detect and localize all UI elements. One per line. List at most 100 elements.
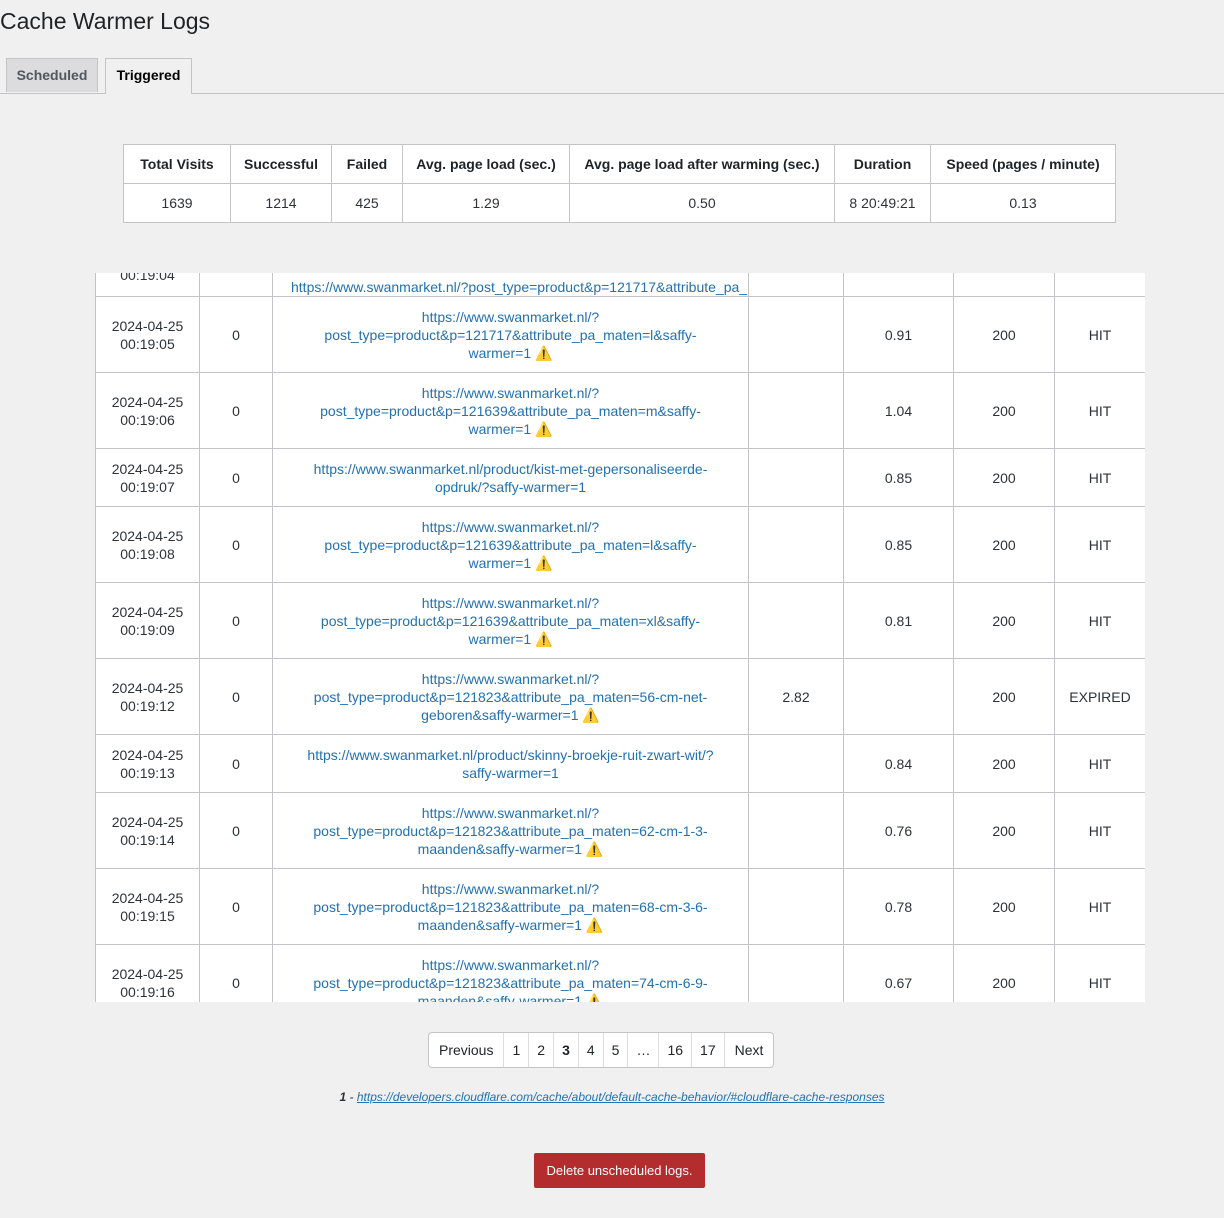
log-status: 200	[953, 868, 1055, 945]
pagination: Previous 1 2 3 4 5… 16 17 Next	[428, 1032, 775, 1068]
pagination-page-1[interactable]: 1	[504, 1033, 530, 1067]
summary-value: 8 20:49:21	[834, 183, 931, 223]
log-warmed: 0.78	[843, 868, 954, 945]
log-url-line: https://www.swanmarket.nl/?	[421, 670, 600, 687]
log-url-line: post_type=product&p=121639&attribute_pa_…	[324, 536, 697, 553]
log-url-line: https://www.swanmarket.nl/?	[421, 384, 600, 401]
log-url-link[interactable]: https://www.swanmarket.nl/?post_type=pro…	[313, 881, 707, 933]
table-row: 2024-04-25 00:19:12 0 https://www.swanmarke…	[95, 658, 1145, 735]
log-scroll-area[interactable]: 2024-04-2400:19:04 https://www.swanmarket…	[95, 273, 1145, 1002]
log-time: 2024-04-25 00:19:07	[95, 448, 200, 507]
log-load	[748, 372, 844, 449]
log-url-line: post_type=product&p=121639&attribute_pa_…	[320, 402, 701, 419]
pagination-page-4[interactable]: 4	[579, 1033, 604, 1067]
log-url-link[interactable]: https://www.swanmarket.nl/product/kist-m…	[314, 461, 708, 495]
log-url-link[interactable]: https://www.swanmarket.nl/?post_type=pro…	[324, 519, 696, 571]
log-time: 2024-04-25 00:19:09	[95, 582, 200, 659]
warning-icon: ⚠️	[585, 840, 604, 857]
summary-value: 1214	[230, 183, 332, 223]
pagination-next-button[interactable]: Next	[725, 1033, 774, 1067]
log-cache: HIT	[1054, 296, 1145, 373]
log-url-line: https://www.swanmarket.nl/?	[421, 880, 600, 897]
log-cache: HIT	[1054, 448, 1145, 507]
pagination-page-16[interactable]: 16	[659, 1033, 693, 1067]
pagination-page-2[interactable]: 2	[529, 1033, 555, 1067]
tab-scheduled[interactable]: Scheduled	[6, 58, 98, 92]
log-url-line: https://www.swanmarket.nl/?	[421, 594, 600, 611]
log-table: 2024-04-2400:19:04 https://www.swanmarket…	[95, 273, 1145, 1002]
log-warmed: 0.67	[843, 944, 954, 1002]
log-zero: 0	[199, 372, 273, 449]
pagination-page-17[interactable]: 17	[692, 1033, 725, 1067]
warning-icon: ⚠️	[535, 420, 553, 437]
log-url-link[interactable]: https://www.swanmarket.nl/?post_type=pro…	[313, 957, 707, 1003]
summary-header: Total Visits	[123, 144, 231, 184]
warning-icon: ⚠️	[585, 916, 604, 933]
log-time: 2024-04-25 00:19:14	[95, 792, 200, 869]
log-url-line: https://www.swanmarket.nl/?	[421, 518, 600, 535]
log-url-link[interactable]: https://www.swanmarket.nl/?post_type=pro…	[313, 805, 707, 857]
log-time-text: 00:19:09	[120, 621, 175, 638]
log-url-link[interactable]: https://www.swanmarket.nl/?post_type=pro…	[320, 385, 701, 437]
pagination-page-5[interactable]: 5	[604, 1033, 629, 1067]
log-date-text: 2024-04-25	[111, 527, 184, 544]
log-date-text: 2024-04-25	[111, 317, 184, 334]
summary-header: Duration	[834, 144, 931, 184]
log-status: 200	[953, 658, 1055, 735]
warning-icon: ⚠️	[535, 554, 553, 571]
log-url-cell: https://www.swanmarket.nl/product/skinny…	[272, 734, 749, 793]
log-zero	[199, 273, 273, 297]
log-date-text: 2024-04-25	[111, 746, 184, 763]
log-url-line: post_type=product&p=121717&attribute_pa_…	[324, 326, 697, 343]
log-time: 2024-04-25 00:19:15	[95, 868, 200, 945]
tab-triggered[interactable]: Triggered	[105, 58, 192, 94]
table-row: 2024-04-25 00:19:09 0 https://www.swanmarke…	[95, 582, 1145, 659]
log-warmed: 0.84	[843, 734, 954, 793]
log-url-link[interactable]: https://www.swanmarket.nl/?post_type=pro…	[324, 309, 696, 361]
log-time-text: 00:19:07	[120, 478, 175, 495]
log-load	[748, 582, 844, 659]
log-load	[748, 296, 844, 373]
log-load	[748, 506, 844, 583]
summary-value: 0.13	[930, 183, 1116, 223]
log-url-link[interactable]: https://www.swanmarket.nl/?post_type=pro…	[321, 595, 700, 647]
log-url-line: https://www.swanmarket.nl/product/kist-m…	[313, 460, 708, 477]
log-zero: 0	[199, 868, 273, 945]
log-time: 2024-04-25 00:19:08	[95, 506, 200, 583]
delete-unscheduled-logs-button[interactable]: Delete unscheduled logs.	[534, 1153, 705, 1188]
log-url-line: opdruk/?saffy-warmer=1	[434, 478, 587, 495]
log-time-text: 00:19:12	[120, 697, 175, 714]
log-cache: HIT	[1054, 372, 1145, 449]
pagination-page-3[interactable]: 3	[554, 1033, 579, 1067]
log-url-link[interactable]: https://www.swanmarket.nl/?post_type=pro…	[291, 279, 748, 295]
page-title: Cache Warmer Logs	[0, 8, 211, 34]
log-url-cell: https://www.swanmarket.nl/product/kist-m…	[272, 448, 749, 507]
log-load	[748, 944, 844, 1002]
log-load	[748, 868, 844, 945]
log-time-text: 00:19:05	[120, 335, 175, 352]
log-zero: 0	[199, 448, 273, 507]
log-time-text: 00:19:14	[120, 831, 175, 848]
summary-value: 1.29	[402, 183, 570, 223]
log-url-cell: https://www.swanmarket.nl/?post_type=pro…	[272, 868, 749, 945]
log-cell	[748, 273, 844, 297]
log-url-cell: https://www.swanmarket.nl/?post_type=pro…	[272, 296, 749, 373]
table-row: 2024-04-25 00:19:06 0 https://www.swanmarke…	[95, 372, 1145, 449]
log-time-text: 00:19:04	[120, 273, 175, 283]
log-url-line: post_type=product&p=121823&attribute_pa_…	[313, 898, 708, 915]
summary-value: 0.50	[569, 183, 835, 223]
log-url-link[interactable]: https://www.swanmarket.nl/?post_type=pro…	[314, 671, 707, 723]
warning-icon: ⚠️	[535, 630, 553, 647]
log-status: 200	[953, 734, 1055, 793]
log-date-text: 2024-04-25	[111, 889, 184, 906]
log-warmed: 1.04	[843, 372, 954, 449]
log-url-cell: https://www.swanmarket.nl/?post_type=pro…	[272, 582, 749, 659]
tab-bar: Scheduled Triggered	[0, 58, 1224, 94]
log-time-text: 00:19:16	[120, 983, 175, 1000]
summary-header-row: Total Visits Successful Failed Avg. page…	[123, 144, 1116, 184]
summary-value: 425	[331, 183, 403, 223]
footnote-link[interactable]: https://developers.cloudflare.com/cache/…	[357, 1090, 885, 1104]
log-time: 2024-04-25 00:19:12	[95, 658, 200, 735]
pagination-previous-button[interactable]: Previous	[429, 1033, 505, 1067]
log-url-link[interactable]: https://www.swanmarket.nl/product/skinny…	[307, 747, 713, 781]
